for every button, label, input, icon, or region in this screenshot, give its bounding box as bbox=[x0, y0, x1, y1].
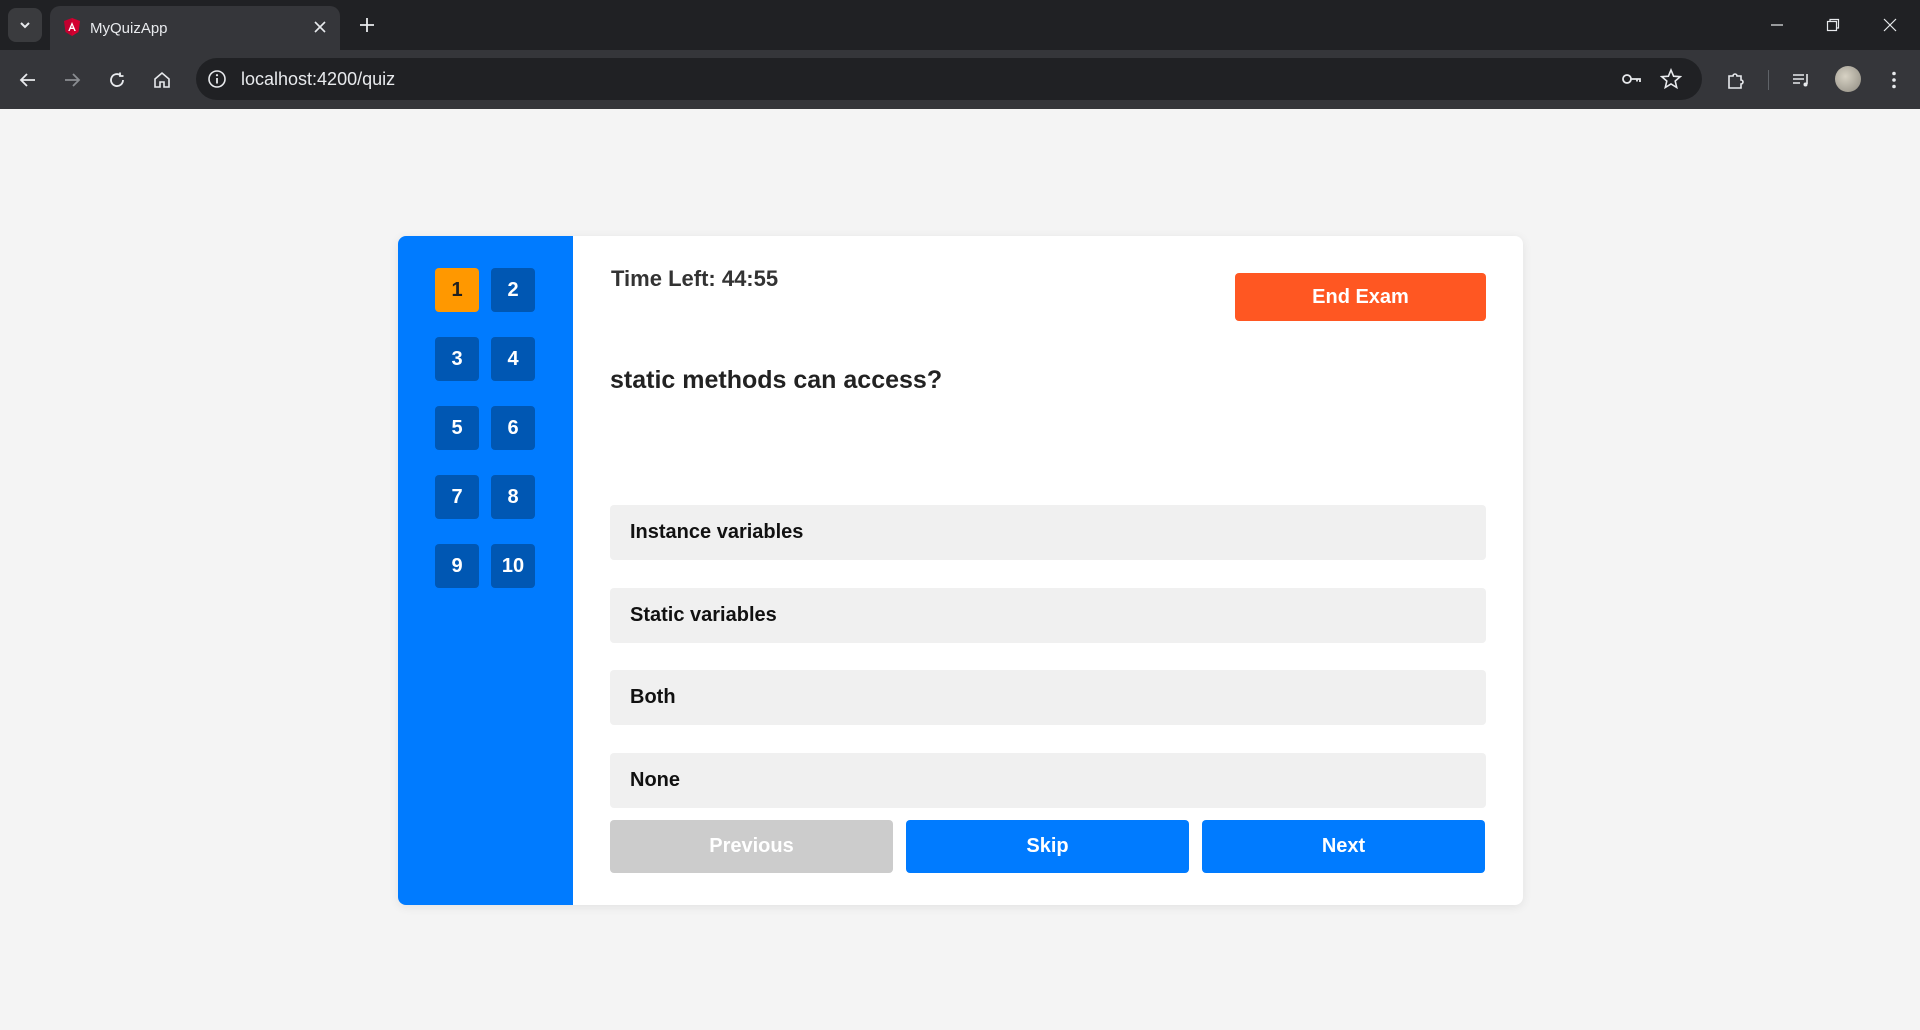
previous-button[interactable]: Previous bbox=[610, 820, 893, 873]
answer-option-3[interactable]: Both bbox=[610, 670, 1486, 725]
answer-option-2[interactable]: Static variables bbox=[610, 588, 1486, 643]
question-button-10[interactable]: 10 bbox=[491, 544, 535, 588]
url-text: localhost:4200/quiz bbox=[241, 69, 396, 89]
extensions-icon[interactable] bbox=[1722, 66, 1750, 94]
browser-tab-strip: MyQuizApp bbox=[0, 0, 1920, 50]
question-button-8[interactable]: 8 bbox=[491, 475, 535, 519]
skip-button[interactable]: Skip bbox=[906, 820, 1189, 873]
browser-tab[interactable]: MyQuizApp bbox=[50, 6, 340, 50]
restore-icon[interactable] bbox=[1820, 12, 1846, 38]
close-window-icon[interactable] bbox=[1877, 12, 1903, 38]
angular-favicon bbox=[62, 17, 82, 37]
password-key-icon[interactable] bbox=[1620, 68, 1642, 90]
answer-option-1[interactable]: Instance variables bbox=[610, 505, 1486, 560]
toolbar-divider bbox=[1768, 70, 1769, 90]
question-button-7[interactable]: 7 bbox=[435, 475, 479, 519]
profile-avatar[interactable] bbox=[1835, 66, 1861, 92]
next-button[interactable]: Next bbox=[1202, 820, 1485, 873]
question-button-9[interactable]: 9 bbox=[435, 544, 479, 588]
question-navigator: 1 2 3 4 5 6 7 8 9 10 bbox=[398, 236, 573, 905]
home-icon[interactable] bbox=[148, 66, 176, 94]
address-bar[interactable]: localhost:4200/quiz bbox=[196, 58, 1702, 100]
question-button-5[interactable]: 5 bbox=[435, 406, 479, 450]
question-button-3[interactable]: 3 bbox=[435, 337, 479, 381]
question-text: static methods can access? bbox=[610, 366, 943, 394]
tab-search-icon[interactable] bbox=[8, 8, 42, 42]
back-arrow-icon[interactable] bbox=[14, 66, 42, 94]
plus-icon[interactable] bbox=[355, 13, 379, 37]
forward-arrow-icon[interactable] bbox=[58, 66, 86, 94]
site-info-icon[interactable] bbox=[206, 68, 228, 90]
answer-option-4[interactable]: None bbox=[610, 753, 1486, 808]
tab-title: MyQuizApp bbox=[90, 20, 168, 37]
reload-icon[interactable] bbox=[103, 66, 131, 94]
question-button-4[interactable]: 4 bbox=[491, 337, 535, 381]
timer-text: Time Left: 44:55 bbox=[611, 266, 779, 291]
question-button-1[interactable]: 1 bbox=[435, 268, 479, 312]
close-icon[interactable] bbox=[310, 17, 330, 37]
end-exam-button[interactable]: End Exam bbox=[1235, 273, 1486, 321]
media-control-icon[interactable] bbox=[1787, 66, 1815, 94]
quiz-container: 1 2 3 4 5 6 7 8 9 10 Time Left: 44:55 En… bbox=[398, 236, 1523, 905]
minimize-icon[interactable] bbox=[1764, 12, 1790, 38]
browser-toolbar: localhost:4200/quiz bbox=[0, 50, 1920, 109]
more-vert-icon[interactable] bbox=[1880, 66, 1908, 94]
question-button-2[interactable]: 2 bbox=[491, 268, 535, 312]
star-icon[interactable] bbox=[1660, 68, 1682, 90]
question-button-6[interactable]: 6 bbox=[491, 406, 535, 450]
